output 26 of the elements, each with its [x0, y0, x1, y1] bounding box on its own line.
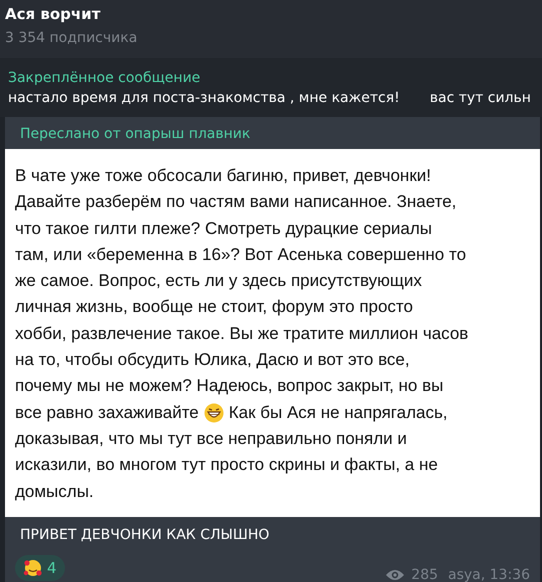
screenshot-text-line: личная жизнь, вообще не стоит, форум это просто [15, 296, 413, 318]
screenshot-text-line: что такое гилти плеже? Смотреть дурацкие сериалы [15, 218, 432, 240]
reaction-button[interactable]: 4 [15, 554, 65, 581]
message-caption: ПРИВЕТ ДЕВЧОНКИ КАК СЛЫШНО [19, 526, 270, 545]
screenshot-text-line: на то, чтобы обсудить Юлика, Дасю и вот это все, [15, 349, 410, 372]
screenshot-text-line: хобби, развлечение такое. Вы же тратите миллион часов [15, 322, 468, 345]
view-count: 285 [411, 566, 438, 582]
pinned-text: вас тут сильн [430, 90, 531, 106]
screenshot-text-line: же самое. Вопрос, есть ли у здесь присутствующих [15, 270, 422, 292]
channel-title: Ася ворчит [5, 4, 102, 24]
subscriber-count: 3 354 подписчика [5, 29, 138, 48]
pinned-text: настало время для поста-знакомства , мне кажется! [8, 90, 400, 106]
screenshot-text-line: почему мы не можем? Надеюсь, вопрос закрыт, но вы [15, 375, 444, 398]
screenshot-text-line: Давайте разберём по частям вами написанное. Знаете, [15, 191, 456, 214]
screenshot-text-line: там, или «беременна в 16»? Вот Асенька совершенно то [15, 244, 466, 266]
screenshot-text-line: все равно захаживайте [15, 402, 199, 424]
pinned-label: Закреплённое сообщение [8, 69, 202, 88]
screenshot-text-line: В чате уже тоже обсосали багиню, привет, девчонки! [15, 165, 431, 187]
author-time: asya, 13:36 [448, 566, 530, 582]
smiling-face-icon [23, 558, 43, 578]
screenshot-text-line: домыслы. [15, 480, 94, 503]
forwarded-label[interactable]: Переслано от опарыш плавник [5, 123, 540, 145]
screenshot-text-line: Как бы Ася не напрягалась, [228, 402, 448, 424]
screenshot-text-line: исказили, во многом тут просто скрины и факты, а не [15, 454, 438, 476]
screenshot-text-line: доказывая, что мы тут все неправильно поняли и [15, 428, 407, 450]
grinning-face-icon [204, 402, 224, 423]
